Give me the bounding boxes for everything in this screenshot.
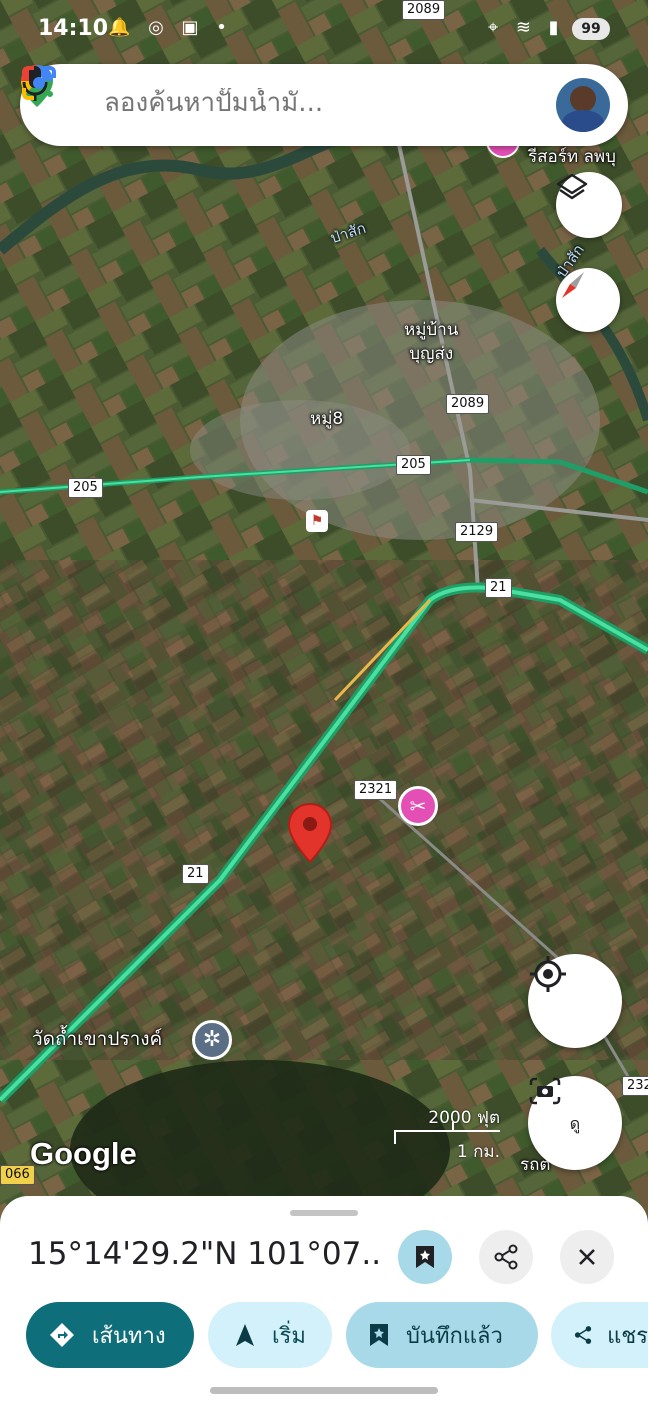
compass-icon — [562, 272, 584, 298]
temple-poi-icon[interactable]: ✲ — [192, 1020, 232, 1060]
camera-icon — [529, 1077, 561, 1105]
start-chip[interactable]: เริ่ม — [208, 1302, 332, 1368]
close-icon — [579, 1249, 595, 1265]
sheet-drag-handle[interactable] — [290, 1210, 358, 1216]
layers-button[interactable] — [556, 172, 622, 238]
scale-km: 1 กม. — [456, 1142, 500, 1162]
google-logo: Google — [30, 1136, 137, 1171]
leisure-poi-icon[interactable]: ✂ — [398, 786, 438, 826]
signal-icons: ⌖ ≋ ▮ — [488, 17, 565, 38]
coordinates-title: 15°14'29.2"N 101°07... — [28, 1236, 378, 1272]
directions-chip[interactable]: เส้นทาง — [26, 1302, 194, 1368]
avatar[interactable] — [556, 78, 610, 132]
search-bar[interactable] — [20, 64, 628, 146]
scale-feet: 2000 ฟุต — [428, 1108, 500, 1128]
rail-station-icon[interactable]: ⚑ — [306, 510, 328, 532]
share-button[interactable] — [479, 1230, 533, 1284]
layers-icon — [556, 173, 588, 200]
share-icon — [574, 1326, 592, 1344]
close-button[interactable] — [560, 1230, 614, 1284]
dropped-pin-icon[interactable] — [286, 802, 334, 864]
bookmark-icon — [416, 1246, 434, 1268]
resort-label[interactable]: รีสอร์ท ลพบุ — [528, 146, 616, 168]
status-time: 14:10 — [38, 16, 109, 41]
temple-label[interactable]: วัดถ้ำเขาปรางค์ — [32, 1028, 162, 1050]
share-label: แชร — [607, 1323, 648, 1349]
place-bottom-sheet[interactable]: 15°14'29.2"N 101°07... เส้นทาง เริ่ม บัน… — [0, 1196, 648, 1404]
route-shield-205-left: 205 — [68, 478, 103, 498]
battery-icon: 99 — [572, 18, 610, 40]
notification-icons: 🔔 ◎ ▣ • — [108, 17, 233, 38]
share-icon — [494, 1244, 518, 1270]
lens-icon[interactable] — [20, 64, 58, 102]
status-bar: 14:10 🔔 ◎ ▣ • ⌖ ≋ ▮ 99 — [0, 0, 648, 60]
bookmark-icon — [370, 1324, 388, 1346]
compass-button[interactable] — [556, 268, 620, 332]
map-view[interactable]: รีสอร์ท ลพบุ ป่าสัก ป่าสัก หมู่บ้าน บุญส… — [0, 0, 648, 1230]
gesture-nav-bar[interactable] — [210, 1387, 438, 1394]
route-shield-21-top: 21 — [485, 578, 512, 598]
my-location-button[interactable] — [528, 954, 622, 1048]
scale-bar: 2000 ฟุต 1 กม. — [394, 1104, 504, 1164]
village-label[interactable]: หมู่บ้าน บุญส่ง — [404, 318, 458, 366]
share-chip[interactable]: แชร — [551, 1302, 648, 1368]
route-shield-2129: 2129 — [455, 522, 499, 542]
navigation-arrow-icon — [236, 1324, 254, 1346]
moo8-label[interactable]: หมู่8 — [310, 408, 343, 430]
route-shield-21-mid: 21 — [182, 864, 209, 884]
crosshair-icon — [530, 956, 566, 992]
route-shield-2321: 2321 — [354, 780, 398, 800]
saved-chip[interactable]: บันทึกแล้ว — [346, 1302, 538, 1368]
directions-label: เส้นทาง — [92, 1323, 166, 1349]
route-shield-232: 232 — [622, 1076, 648, 1096]
saved-bookmark-button[interactable] — [398, 1230, 452, 1284]
route-shield-2089: 2089 — [446, 394, 490, 414]
action-chips: เส้นทาง เริ่ม บันทึกแล้ว แชร — [0, 1302, 648, 1370]
start-label: เริ่ม — [272, 1323, 306, 1349]
search-input[interactable] — [104, 88, 394, 118]
camera-label: ดู — [569, 1113, 581, 1133]
directions-icon — [50, 1323, 74, 1347]
saved-label: บันทึกแล้ว — [406, 1323, 503, 1349]
route-shield-205-mid: 205 — [396, 455, 431, 475]
street-view-camera-button[interactable]: ดู — [528, 1076, 622, 1170]
